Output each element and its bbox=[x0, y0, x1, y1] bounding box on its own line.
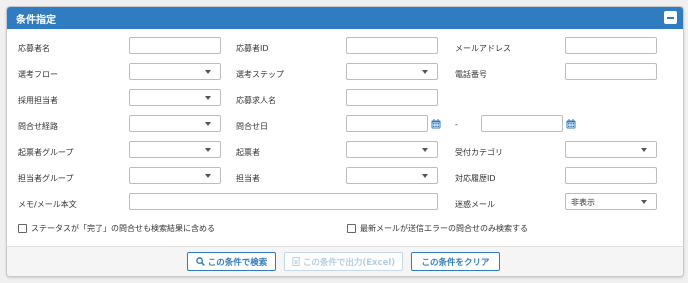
applicant-name-label: 応募者名 bbox=[18, 44, 50, 53]
inquiry-route-select[interactable] bbox=[129, 115, 221, 132]
chevron-down-icon bbox=[205, 122, 211, 126]
chevron-down-icon bbox=[422, 148, 428, 152]
include-completed-label: ステータスが「完了」の問合せも検索結果に含める bbox=[31, 224, 215, 233]
inquiry-date-from-input[interactable] bbox=[346, 115, 428, 132]
chevron-down-icon bbox=[422, 174, 428, 178]
panel-header: 条件指定 bbox=[7, 7, 683, 29]
svg-text:X: X bbox=[294, 260, 299, 266]
recruiter-select[interactable] bbox=[129, 89, 221, 106]
memo-body-input[interactable] bbox=[129, 193, 438, 210]
job-name-label: 応募求人名 bbox=[236, 96, 276, 105]
phone-label: 電話番号 bbox=[455, 70, 487, 79]
chevron-down-icon bbox=[205, 174, 211, 178]
latest-error-only-checkbox[interactable]: 最新メールが送信エラーの問合せのみ検索する bbox=[347, 223, 528, 234]
chevron-down-icon bbox=[205, 96, 211, 100]
panel-footer: この条件で検索 X この条件で出力(Excel) この条件をクリア bbox=[7, 246, 683, 276]
excel-icon: X bbox=[292, 257, 300, 266]
assignee-label: 担当者 bbox=[236, 174, 260, 183]
chevron-down-icon bbox=[205, 148, 211, 152]
date-range-separator: - bbox=[455, 120, 458, 129]
assignee-group-select[interactable] bbox=[129, 167, 221, 184]
chevron-down-icon bbox=[422, 70, 428, 74]
spam-select[interactable]: 非表示 bbox=[565, 193, 657, 210]
calendar-icon[interactable] bbox=[566, 119, 576, 129]
recruiter-label: 採用担当者 bbox=[18, 96, 58, 105]
chevron-down-icon bbox=[641, 148, 647, 152]
checkbox-box[interactable] bbox=[18, 224, 27, 233]
applicant-name-input[interactable] bbox=[129, 37, 221, 54]
calendar-icon[interactable] bbox=[431, 119, 441, 129]
selection-step-select[interactable] bbox=[346, 63, 438, 80]
panel-title: 条件指定 bbox=[16, 15, 56, 26]
minus-icon bbox=[667, 17, 674, 19]
history-id-input[interactable] bbox=[565, 167, 657, 184]
assignee-group-label: 担当者グループ bbox=[18, 174, 74, 183]
creator-group-select[interactable] bbox=[129, 141, 221, 158]
search-button-label: この条件で検索 bbox=[207, 257, 268, 268]
inquiry-date-label: 問合せ日 bbox=[236, 122, 268, 131]
latest-error-only-label: 最新メールが送信エラーの問合せのみ検索する bbox=[360, 224, 528, 233]
job-name-input[interactable] bbox=[346, 89, 438, 106]
creator-label: 起票者 bbox=[236, 148, 260, 157]
phone-input[interactable] bbox=[565, 63, 657, 80]
reception-category-label: 受付カテゴリ bbox=[455, 148, 503, 157]
spam-select-value: 非表示 bbox=[571, 198, 595, 207]
reception-category-select[interactable] bbox=[565, 141, 657, 158]
spam-label: 迷惑メール bbox=[455, 200, 495, 209]
clear-button[interactable]: この条件をクリア bbox=[411, 252, 500, 271]
email-input[interactable] bbox=[565, 37, 657, 54]
memo-body-label: メモ/メール本文 bbox=[18, 200, 77, 209]
selection-step-label: 選考ステップ bbox=[236, 70, 284, 79]
creator-select[interactable] bbox=[346, 141, 438, 158]
collapse-button[interactable] bbox=[664, 11, 677, 24]
search-icon bbox=[195, 257, 205, 266]
clear-button-label: この条件をクリア bbox=[421, 257, 490, 268]
chevron-down-icon bbox=[641, 200, 647, 204]
applicant-id-label: 応募者ID bbox=[236, 44, 269, 53]
assignee-select[interactable] bbox=[346, 167, 438, 184]
creator-group-label: 起票者グループ bbox=[18, 148, 74, 157]
include-completed-checkbox[interactable]: ステータスが「完了」の問合せも検索結果に含める bbox=[18, 223, 215, 234]
selection-flow-select[interactable] bbox=[129, 63, 221, 80]
inquiry-date-to-input[interactable] bbox=[481, 115, 563, 132]
search-button[interactable]: この条件で検索 bbox=[187, 252, 276, 271]
history-id-label: 対応履歴ID bbox=[455, 174, 496, 183]
chevron-down-icon bbox=[205, 70, 211, 74]
checkbox-box[interactable] bbox=[347, 224, 356, 233]
email-label: メールアドレス bbox=[455, 44, 511, 53]
search-conditions-panel: 条件指定 応募者名 応募者ID メールアドレス 選考フロー 選考ステップ 電話番… bbox=[6, 6, 684, 277]
selection-flow-label: 選考フロー bbox=[18, 70, 58, 79]
applicant-id-input[interactable] bbox=[346, 37, 438, 54]
export-button-label: この条件で出力(Excel) bbox=[302, 257, 396, 268]
inquiry-route-label: 問合せ経路 bbox=[18, 122, 58, 131]
export-excel-button[interactable]: X この条件で出力(Excel) bbox=[284, 252, 403, 271]
